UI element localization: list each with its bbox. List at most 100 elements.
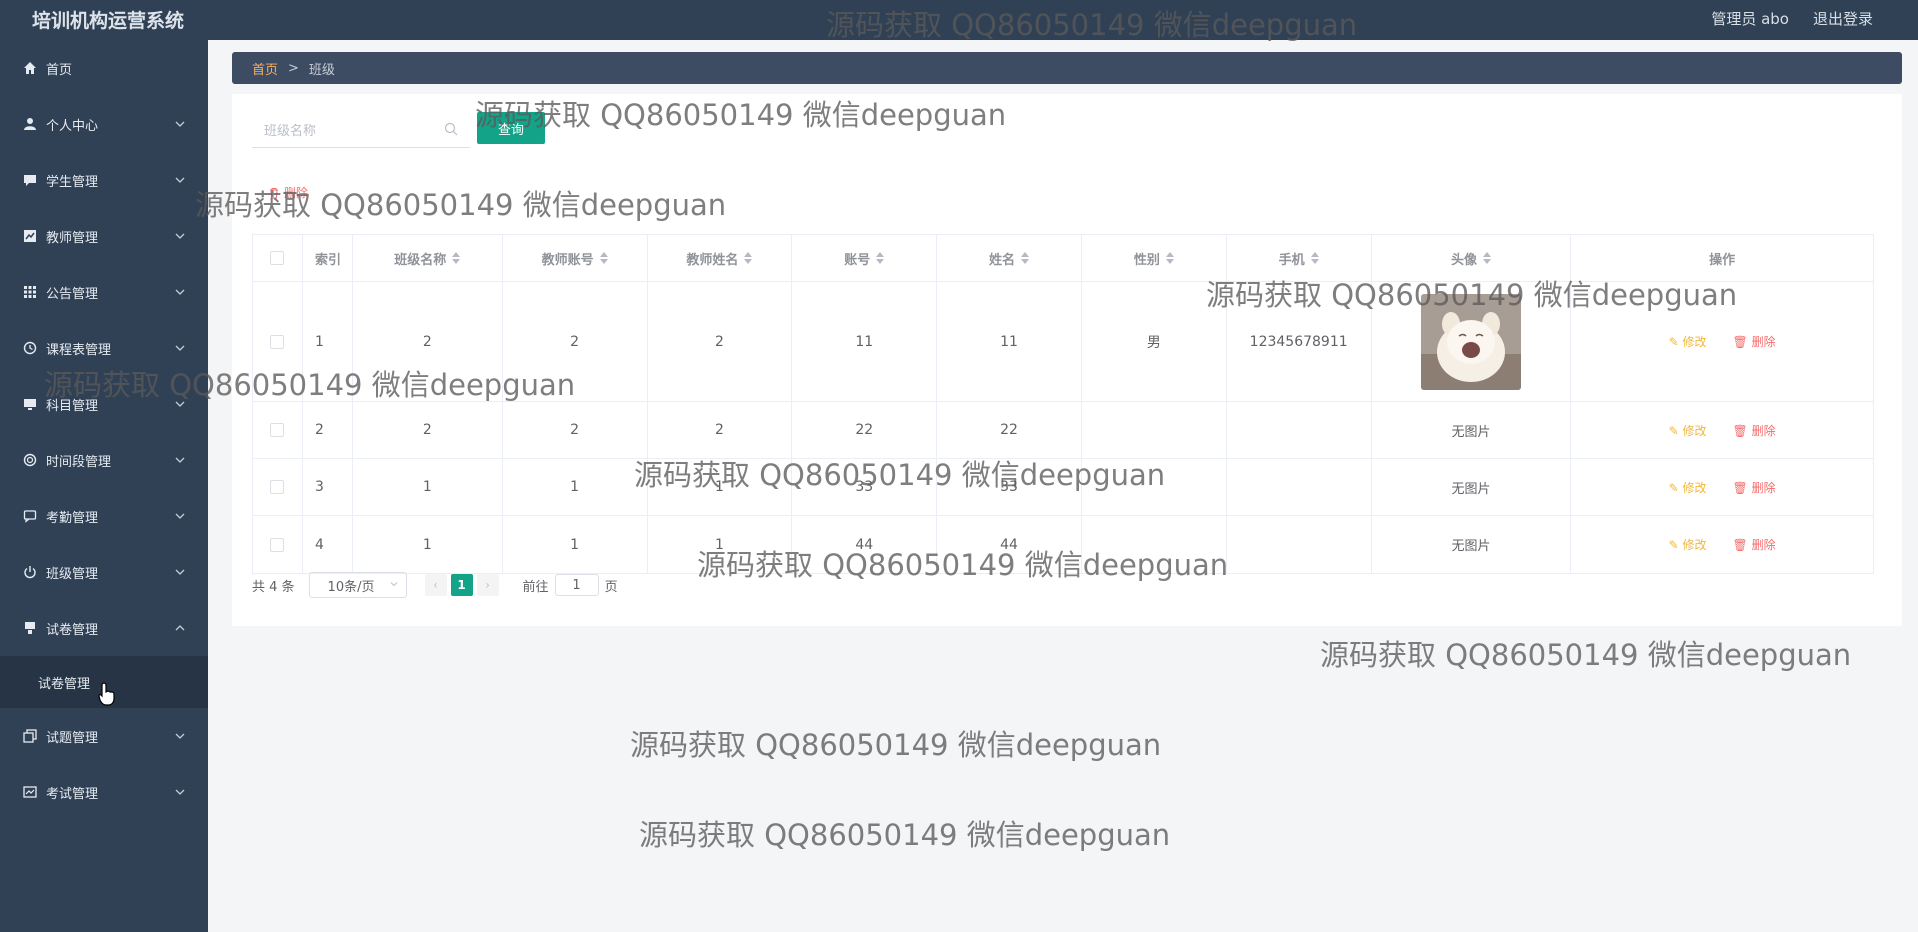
sidebar-item-home[interactable]: 首页	[0, 40, 208, 96]
edit-button[interactable]: ✎ 修改	[1669, 333, 1707, 350]
edit-button[interactable]: ✎ 修改	[1669, 536, 1707, 553]
header-phone[interactable]: 手机	[1227, 234, 1372, 282]
cell-avatar	[1372, 282, 1572, 401]
prev-page-button[interactable]: ‹	[424, 574, 447, 596]
table-row: 4 1 1 1 44 44 无图片 ✎ 修改 🗑 删除	[253, 516, 1873, 573]
sidebar-item-timeslots[interactable]: 时间段管理	[0, 432, 208, 488]
row-checkbox[interactable]	[270, 334, 285, 349]
sort-icon[interactable]	[1310, 252, 1319, 264]
sidebar-item-subjects[interactable]: 科目管理	[0, 376, 208, 432]
delete-label: 删除	[1751, 538, 1776, 552]
sidebar-item-questions[interactable]: 试题管理	[0, 708, 208, 764]
header-class-name[interactable]: 班级名称	[353, 234, 503, 282]
user-label[interactable]: 管理员 abo	[1711, 8, 1789, 29]
sort-icon[interactable]	[1165, 252, 1174, 264]
chevron-down-icon	[175, 513, 185, 519]
sidebar-item-teachers[interactable]: 教师管理	[0, 208, 208, 264]
cell-gender: 男	[1082, 282, 1227, 401]
delete-button[interactable]: 🗑 删除	[1733, 536, 1776, 553]
delete-button[interactable]: 🗑 删除	[1733, 422, 1776, 439]
cell-gender	[1082, 516, 1227, 573]
hand-cursor-icon	[98, 682, 115, 706]
header-avatar[interactable]: 头像	[1372, 234, 1572, 282]
sidebar-item-attendance[interactable]: 考勤管理	[0, 488, 208, 544]
query-button[interactable]: 查询	[477, 112, 545, 144]
edit-button[interactable]: ✎ 修改	[1669, 422, 1707, 439]
sidebar-item-students[interactable]: 学生管理	[0, 152, 208, 208]
cell-teacher-name: 2	[648, 282, 793, 401]
sort-icon[interactable]	[452, 252, 461, 264]
sidebar-item-label: 科目管理	[46, 398, 99, 414]
delete-label: 删除	[1751, 480, 1776, 495]
cell-gender	[1082, 459, 1227, 515]
edit-label: 修改	[1682, 335, 1707, 349]
row-checkbox[interactable]	[270, 537, 285, 552]
chevron-down-icon	[175, 569, 185, 575]
chat-icon	[22, 172, 38, 188]
cell-name: 33	[937, 459, 1082, 515]
delete-button[interactable]: 🗑 删除	[1733, 333, 1776, 350]
sidebar-item-schedule[interactable]: 课程表管理	[0, 320, 208, 376]
select-all-checkbox[interactable]	[270, 251, 285, 265]
header-teacher-name[interactable]: 教师姓名	[648, 234, 793, 282]
header-gender[interactable]: 性别	[1082, 234, 1227, 282]
chevron-down-icon	[175, 177, 185, 183]
sort-icon[interactable]	[876, 252, 885, 264]
page-number-button[interactable]: 1	[450, 574, 473, 596]
circle-icon	[22, 452, 38, 468]
cell-index: 1	[303, 282, 353, 401]
edit-label: 修改	[1682, 480, 1707, 495]
chevron-down-icon	[175, 401, 185, 407]
pagination-total: 共 4 条	[252, 579, 295, 595]
sidebar-item-label: 个人中心	[46, 118, 99, 134]
sidebar-item-label: 学生管理	[46, 174, 99, 190]
cell-gender	[1082, 402, 1227, 458]
header-teacher-account[interactable]: 教师账号	[503, 234, 648, 282]
sort-icon[interactable]	[1021, 252, 1030, 264]
cell-account: 44	[792, 516, 938, 573]
row-checkbox[interactable]	[270, 480, 285, 494]
batch-delete-button[interactable]: 删除	[268, 184, 308, 201]
cell-name: 44	[937, 516, 1082, 573]
page-size-select[interactable]: 10条/页	[308, 572, 407, 598]
logout-link[interactable]: 退出登录	[1813, 8, 1873, 29]
sidebar-item-notices[interactable]: 公告管理	[0, 264, 208, 320]
sort-icon[interactable]	[1482, 252, 1491, 264]
avatar[interactable]	[1420, 293, 1521, 390]
top-right-links: 管理员 abo 退出登录	[1711, 8, 1873, 29]
sort-icon[interactable]	[599, 252, 608, 264]
sidebar-item-exams[interactable]: 考试管理	[0, 764, 208, 820]
table-row: 2 2 2 2 22 22 无图片 ✎ 修改 🗑 删除	[253, 402, 1873, 459]
next-page-button[interactable]: ›	[476, 574, 499, 596]
sort-icon[interactable]	[744, 252, 753, 264]
breadcrumb-home[interactable]: 首页	[252, 59, 278, 78]
header-label: 索引	[314, 252, 341, 268]
delete-label: 删除	[1751, 423, 1776, 438]
goto-page-input[interactable]: 1	[554, 574, 599, 596]
sidebar-item-classes[interactable]: 班级管理	[0, 544, 208, 600]
edit-label: 修改	[1682, 423, 1707, 438]
edit-button[interactable]: ✎ 修改	[1669, 479, 1707, 496]
cell-teacher-account: 2	[503, 402, 648, 458]
sidebar-item-label: 考试管理	[46, 786, 99, 802]
paper-icon	[22, 620, 38, 636]
pagination: 共 4 条 10条/页 ‹ 1 › 前往 1 页	[252, 572, 618, 598]
sidebar-item-papers[interactable]: 试卷管理	[0, 600, 208, 656]
sidebar-item-label: 试卷管理	[46, 622, 99, 638]
cell-name: 11	[937, 282, 1082, 401]
search-input[interactable]: 班级名称	[252, 110, 470, 148]
header-name[interactable]: 姓名	[937, 234, 1082, 282]
no-image-text: 无图片	[1451, 424, 1491, 440]
sidebar-subitem-label: 试卷管理	[38, 676, 91, 692]
header-account[interactable]: 账号	[792, 234, 938, 282]
delete-button[interactable]: 🗑 删除	[1733, 479, 1776, 496]
goto-prefix: 前往	[522, 579, 549, 595]
cell-teacher-name: 2	[648, 402, 793, 458]
cell-avatar: 无图片	[1372, 459, 1572, 515]
chevron-down-icon	[175, 733, 185, 739]
row-checkbox[interactable]	[270, 423, 285, 437]
header-label: 操作	[1709, 252, 1736, 268]
sidebar-item-profile[interactable]: 个人中心	[0, 96, 208, 152]
row-checkbox-cell	[253, 459, 303, 515]
cell-index: 3	[303, 459, 353, 515]
